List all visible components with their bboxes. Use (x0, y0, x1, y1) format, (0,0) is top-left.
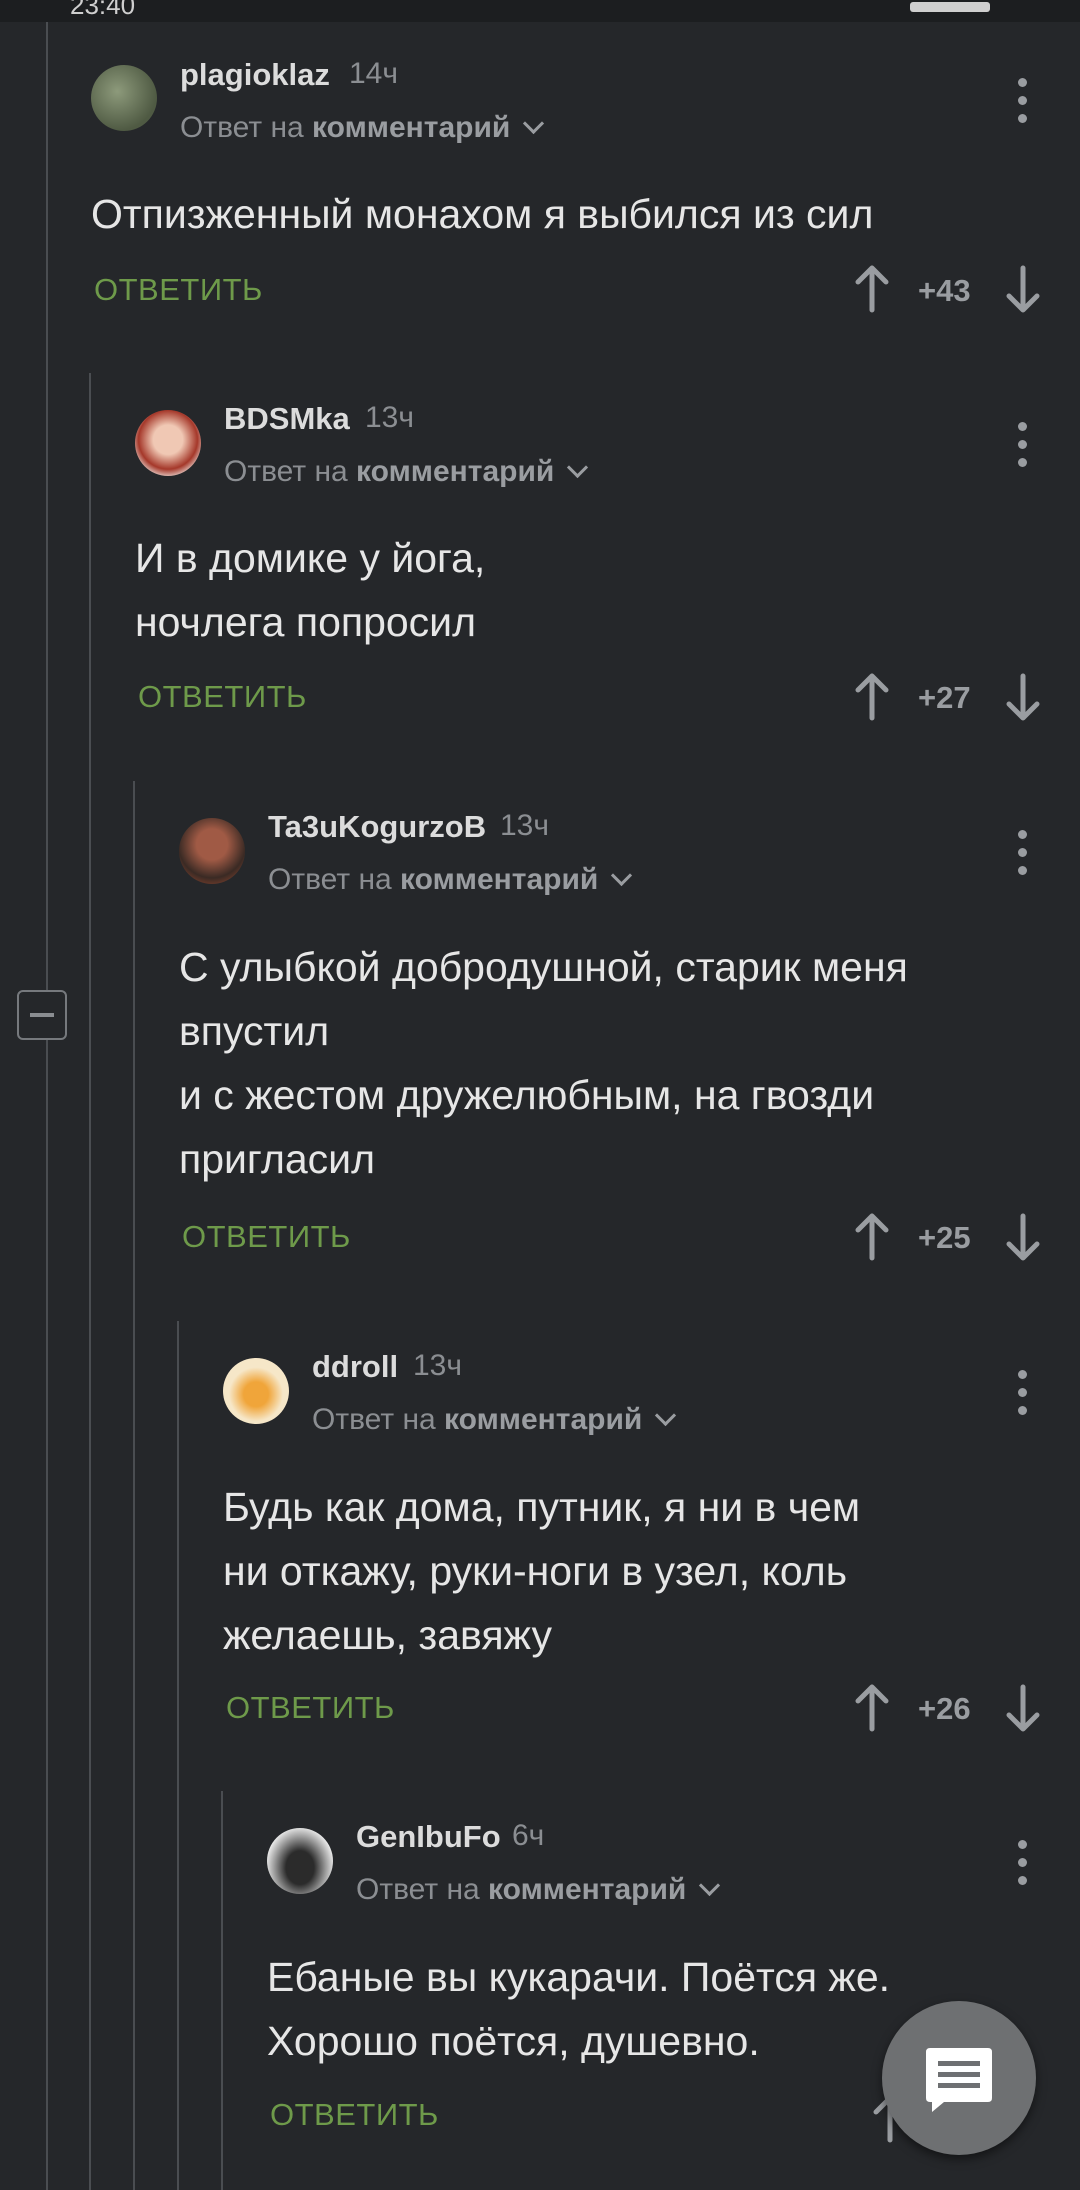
comment-text: Ебаные вы кукарачи. Поётся же. Хорошо по… (267, 1945, 890, 2073)
reply-to[interactable]: Ответ на комментарий (180, 111, 545, 145)
reply-prefix: Ответ на (356, 1873, 480, 1906)
text-line: ни откажу, руки-ноги в узел, коль (223, 1548, 848, 1594)
write-comment-button[interactable] (882, 2001, 1036, 2155)
reply-target: комментарий (312, 111, 511, 144)
comment-time: 13ч (413, 1349, 462, 1382)
text-line: желаешь, завяжу (223, 1612, 552, 1658)
reply-to[interactable]: Ответ на комментарий (312, 1403, 677, 1437)
more-options-icon[interactable] (1016, 1370, 1028, 1420)
text-line: И в домике у йога, (135, 535, 486, 581)
text-line: Хорошо поётся, душевно. (267, 2018, 760, 2064)
chevron-down-icon (567, 456, 589, 479)
chevron-down-icon (611, 864, 633, 887)
text-line: Отпизженный монахом я выбился из сил (91, 191, 874, 237)
comment-text: С улыбкой добродушной, старик меня впуст… (179, 935, 908, 1191)
more-options-icon[interactable] (1016, 830, 1028, 880)
upvote-arrow-icon[interactable] (852, 264, 892, 314)
upvote-arrow-icon[interactable] (852, 1212, 892, 1262)
comment-time: 14ч (349, 57, 398, 90)
avatar[interactable] (179, 818, 245, 884)
comment-text: Будь как дома, путник, я ни в чем ни отк… (223, 1475, 860, 1667)
downvote-arrow-icon[interactable] (1003, 1212, 1043, 1262)
chevron-down-icon (523, 112, 545, 135)
score: +27 (918, 680, 971, 715)
comment-time: 6ч (512, 1819, 545, 1852)
username[interactable]: GenIbuFo (356, 1819, 501, 1855)
reply-target: комментарий (444, 1403, 643, 1436)
text-line: С улыбкой добродушной, старик меня (179, 944, 908, 990)
text-line: впустил (179, 1008, 330, 1054)
upvote-arrow-icon[interactable] (852, 1683, 892, 1733)
thread-line-5 (221, 1791, 223, 2190)
status-time: 23:40 (70, 0, 136, 20)
reply-prefix: Ответ на (180, 111, 304, 144)
comment-text: Отпизженный монахом я выбился из сил (91, 182, 873, 246)
upvote-arrow-icon[interactable] (852, 672, 892, 722)
score: +43 (918, 273, 971, 308)
avatar[interactable] (135, 410, 201, 476)
avatar[interactable] (267, 1828, 333, 1894)
comment-time: 13ч (500, 809, 549, 842)
reply-prefix: Ответ на (268, 863, 392, 896)
score: +25 (918, 1220, 971, 1255)
username[interactable]: Ta3uKogurzoB (268, 809, 486, 845)
thread-line-4b (177, 1791, 179, 2190)
downvote-arrow-icon[interactable] (1003, 264, 1043, 314)
username[interactable]: plagioklaz (180, 57, 330, 93)
more-options-icon[interactable] (1016, 422, 1028, 472)
thread-line-1 (46, 22, 48, 2190)
reply-target: комментарий (356, 455, 555, 488)
reply-prefix: Ответ на (224, 455, 348, 488)
status-bar: 23:40 (0, 0, 1080, 22)
reply-button[interactable]: ОТВЕТИТЬ (226, 1690, 395, 1726)
text-line: Ебаные вы кукарачи. Поётся же. (267, 1954, 891, 2000)
username[interactable]: ddroll (312, 1349, 398, 1385)
downvote-arrow-icon[interactable] (1003, 672, 1043, 722)
comment-time: 13ч (365, 401, 414, 434)
collapse-thread-button[interactable] (17, 990, 67, 1040)
comment-text: И в домике у йога, ночлега попросил (135, 526, 485, 654)
reply-to[interactable]: Ответ на комментарий (268, 863, 633, 897)
thread-line-2 (89, 373, 91, 781)
text-line: Будь как дома, путник, я ни в чем (223, 1484, 861, 1530)
more-options-icon[interactable] (1016, 78, 1028, 128)
username[interactable]: BDSMka (224, 401, 350, 437)
thread-line-3 (133, 781, 135, 1321)
battery-icon (910, 2, 990, 12)
reply-button[interactable]: ОТВЕТИТЬ (94, 272, 263, 308)
avatar[interactable] (91, 65, 157, 131)
chevron-down-icon (699, 1874, 721, 1897)
score: +26 (918, 1691, 971, 1726)
reply-button[interactable]: ОТВЕТИТЬ (138, 679, 307, 715)
thread-line-3b (133, 1321, 135, 2190)
thread-line-2b (89, 781, 91, 2190)
reply-target: комментарий (488, 1873, 687, 1906)
text-line: пригласил (179, 1136, 376, 1182)
comment-icon (926, 2048, 992, 2112)
text-line: ночлега попросил (135, 599, 477, 645)
reply-to[interactable]: Ответ на комментарий (356, 1873, 721, 1907)
reply-target: комментарий (400, 863, 599, 896)
downvote-arrow-icon[interactable] (1003, 1683, 1043, 1733)
reply-button[interactable]: ОТВЕТИТЬ (270, 2097, 439, 2133)
text-line: и с жестом дружелюбным, на гвозди (179, 1072, 875, 1118)
reply-button[interactable]: ОТВЕТИТЬ (182, 1219, 351, 1255)
more-options-icon[interactable] (1016, 1840, 1028, 1890)
reply-prefix: Ответ на (312, 1403, 436, 1436)
reply-to[interactable]: Ответ на комментарий (224, 455, 589, 489)
thread-line-4 (177, 1321, 179, 1791)
chevron-down-icon (655, 1404, 677, 1427)
avatar[interactable] (223, 1358, 289, 1424)
